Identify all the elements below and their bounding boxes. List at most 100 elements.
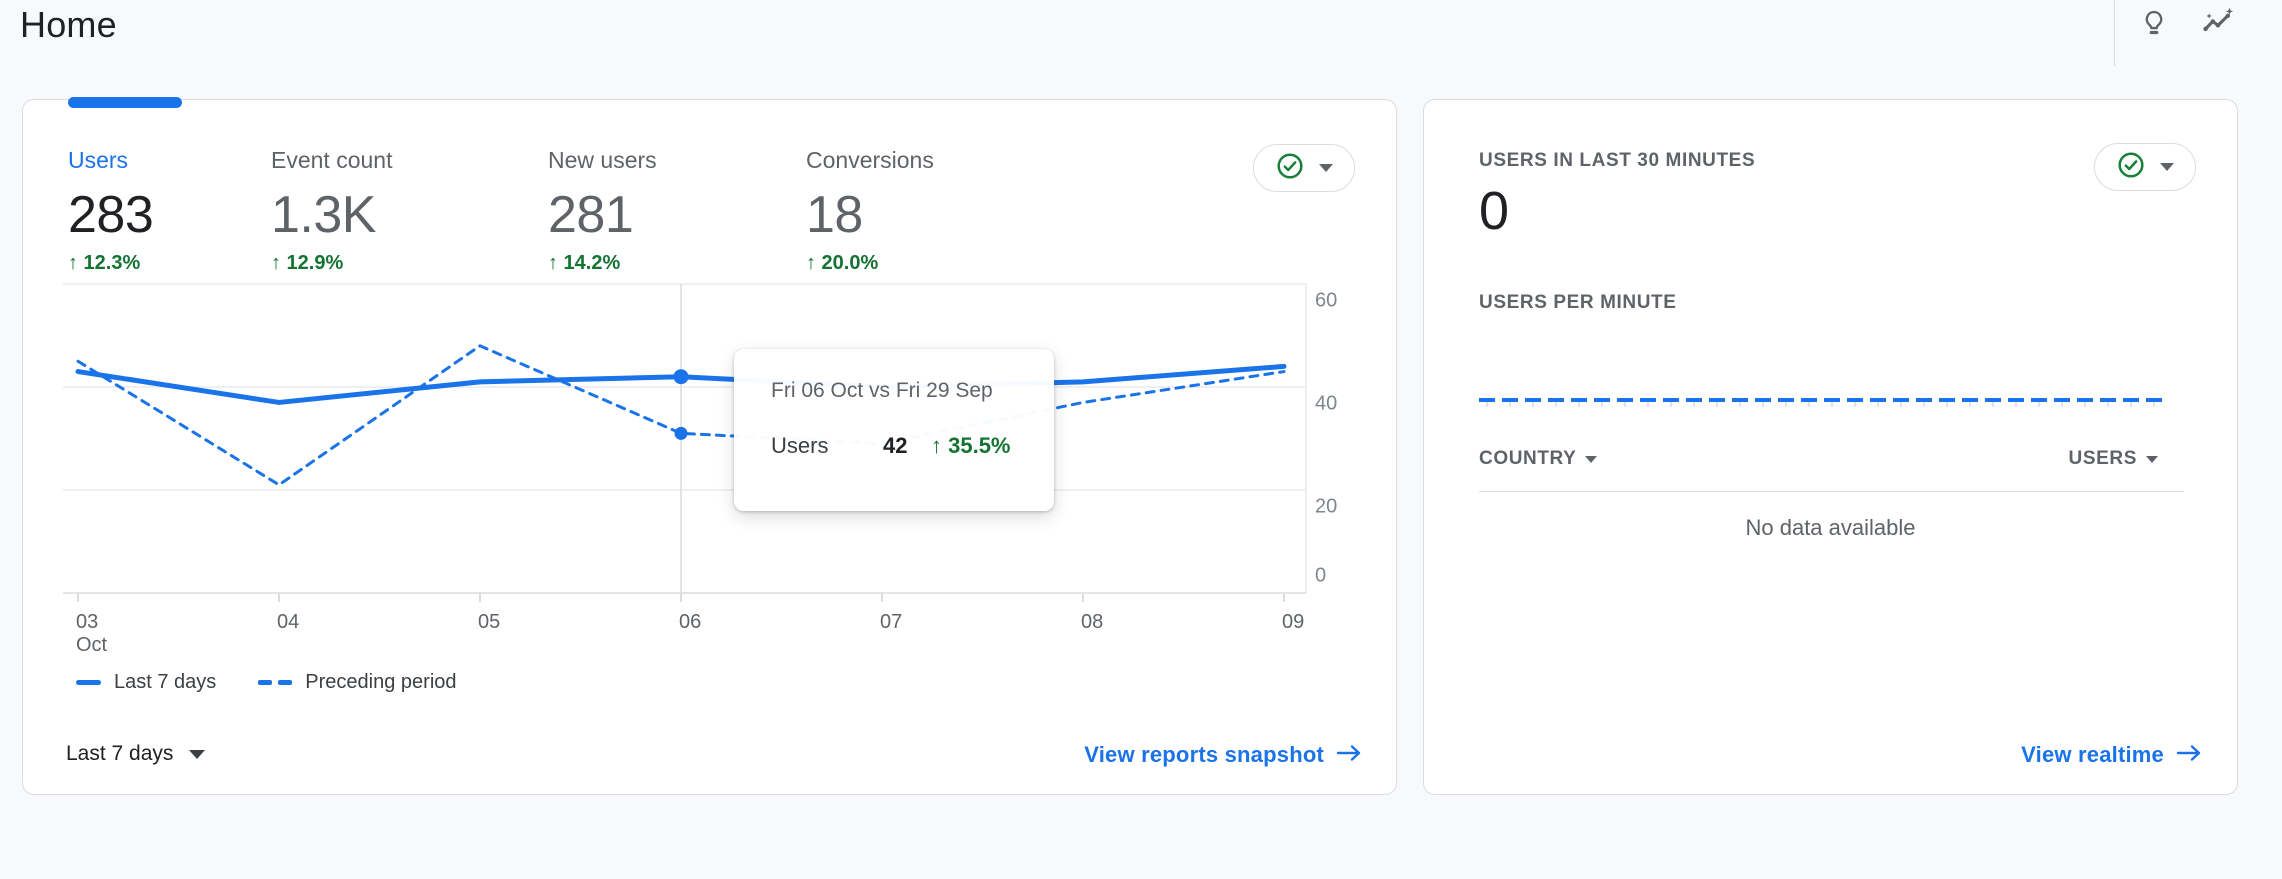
metric-tab-event-count[interactable]: Event count 1.3K ↑ 12.9% [271, 146, 392, 275]
tooltip-metric-change: ↑ 35.5% [931, 433, 1011, 459]
spark-dash [2146, 398, 2162, 407]
spark-dash [1916, 398, 1932, 407]
chevron-down-icon [189, 750, 205, 759]
spark-dash [1479, 398, 1495, 407]
metric-label: New users [548, 146, 657, 174]
spark-dash [1824, 398, 1840, 407]
legend-dashed-line-icon [258, 680, 272, 685]
highlight-dot [674, 369, 689, 384]
tooltip-metric-value: 42 [883, 433, 931, 459]
line-last-7-days [78, 366, 1284, 402]
spark-dash [1870, 398, 1886, 407]
users-per-minute-title: USERS PER MINUTE [1479, 292, 1677, 314]
metric-value: 283 [68, 186, 153, 244]
spark-dash [2123, 398, 2139, 407]
spark-dash [2008, 398, 2024, 407]
y-axis-label: 0 [1315, 564, 1326, 586]
spark-dash [1617, 398, 1633, 407]
x-axis-month-label: Oct [76, 634, 108, 656]
users-per-minute-chart [1479, 398, 2179, 407]
spark-dash [1939, 398, 1955, 407]
page-title: Home [20, 4, 117, 46]
lightbulb-icon [2139, 8, 2169, 41]
spark-dash [2100, 398, 2116, 407]
spark-dash [1985, 398, 2001, 407]
column-header-users[interactable]: USERS [2069, 448, 2158, 470]
spark-dash [1640, 398, 1656, 407]
x-axis-label: 04 [277, 611, 299, 633]
spark-dash [1962, 398, 1978, 407]
line-preceding-period [78, 346, 1284, 485]
y-axis-label: 20 [1315, 495, 1337, 517]
spark-dash [1778, 398, 1794, 407]
date-range-label: Last 7 days [66, 742, 173, 766]
y-axis-label: 60 [1315, 289, 1337, 311]
x-axis-label: 06 [679, 611, 701, 633]
sort-arrow-icon [1585, 456, 1597, 463]
realtime-title: USERS IN LAST 30 MINUTES [1479, 150, 1755, 172]
realtime-table-header: COUNTRY USERS [1479, 448, 2158, 470]
x-axis-label: 07 [880, 611, 902, 633]
highlight-dot [675, 427, 688, 440]
tooltip-date-range: Fri 06 Oct vs Fri 29 Sep [771, 379, 1026, 403]
spark-dash [1847, 398, 1863, 407]
metric-tab-new-users[interactable]: New users 281 ↑ 14.2% [548, 146, 657, 275]
empty-state-message: No data available [1424, 515, 2237, 541]
spark-dash [1801, 398, 1817, 407]
spark-dash [1571, 398, 1587, 407]
spark-dash [1732, 398, 1748, 407]
spark-dash [1548, 398, 1564, 407]
x-axis-label: 09 [1282, 611, 1304, 633]
spark-dash [1893, 398, 1909, 407]
view-realtime-link[interactable]: View realtime [2021, 742, 2202, 768]
insights-sparkle-icon [2201, 7, 2235, 42]
spark-dash [1755, 398, 1771, 407]
link-label: View realtime [2021, 742, 2164, 768]
x-axis-label: 03 [76, 611, 98, 633]
chart-legend: Last 7 days Preceding period [76, 668, 457, 696]
active-metric-tab-indicator [68, 97, 182, 108]
metric-change: ↑ 12.9% [271, 252, 392, 275]
check-circle-icon [1275, 151, 1305, 186]
spark-dash [2077, 398, 2093, 407]
legend-dashed-line-icon [278, 680, 292, 685]
reports-snapshot-card: Users 283 ↑ 12.3% Event count 1.3K ↑ 12.… [22, 99, 1397, 795]
spark-dash [2054, 398, 2070, 407]
spark-dash [1663, 398, 1679, 407]
x-axis-label: 08 [1081, 611, 1103, 633]
chevron-down-icon [1319, 164, 1333, 172]
tooltip-metric-label: Users [771, 433, 883, 459]
realtime-card: USERS IN LAST 30 MINUTES 0 USERS PER MIN… [1423, 99, 2238, 795]
check-circle-icon [2116, 150, 2146, 185]
data-quality-button[interactable] [2094, 143, 2196, 191]
metric-tab-users[interactable]: Users 283 ↑ 12.3% [68, 146, 153, 275]
metric-label: Users [68, 146, 153, 174]
column-label: USERS [2069, 448, 2137, 470]
x-axis-label: 05 [478, 611, 500, 633]
table-divider [1479, 491, 2184, 492]
chart-tooltip: Fri 06 Oct vs Fri 29 Sep Users 42 ↑ 35.5… [734, 349, 1054, 511]
date-range-selector[interactable]: Last 7 days [66, 742, 205, 766]
view-reports-snapshot-link[interactable]: View reports snapshot [1084, 742, 1362, 768]
users-last-30-minutes-value: 0 [1479, 180, 1509, 242]
metric-change: ↑ 14.2% [548, 252, 657, 275]
link-label: View reports snapshot [1084, 742, 1324, 768]
metric-label: Event count [271, 146, 392, 174]
y-axis-label: 40 [1315, 392, 1337, 414]
insights-button[interactable] [2194, 0, 2242, 48]
header-divider [2114, 0, 2115, 66]
data-quality-button[interactable] [1253, 144, 1355, 192]
column-header-country[interactable]: COUNTRY [1479, 448, 1597, 470]
metric-change: ↑ 12.3% [68, 252, 153, 275]
spark-dash [1502, 398, 1518, 407]
insights-hint-button[interactable] [2130, 0, 2178, 48]
legend-solid-line-icon [76, 680, 101, 685]
metric-value: 18 [806, 186, 934, 244]
arrow-right-icon [1336, 742, 1362, 768]
sort-arrow-icon [2146, 456, 2158, 463]
arrow-right-icon [2176, 742, 2202, 768]
column-label: COUNTRY [1479, 448, 1576, 470]
spark-dash [1709, 398, 1725, 407]
metric-value: 281 [548, 186, 657, 244]
metric-tab-conversions[interactable]: Conversions 18 ↑ 20.0% [806, 146, 934, 275]
